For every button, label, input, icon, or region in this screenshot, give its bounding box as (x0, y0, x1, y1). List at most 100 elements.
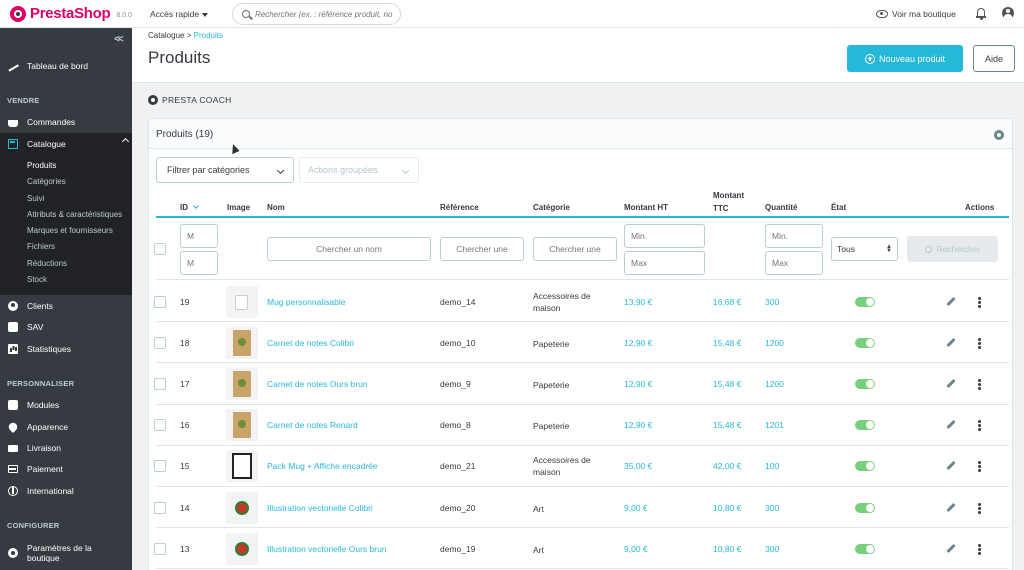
row-checkbox[interactable] (154, 460, 166, 473)
state-toggle[interactable] (855, 420, 875, 431)
product-price-ttc[interactable]: 15,48 € (713, 420, 741, 430)
row-checkbox[interactable] (154, 501, 166, 514)
col-header-id[interactable]: ID (180, 203, 199, 212)
filter-price-min[interactable] (624, 224, 705, 248)
presta-coach-link[interactable]: PRESTA COACH (148, 95, 232, 105)
prestashop-logo[interactable]: PrestaShop 8.0.0 (10, 5, 132, 22)
filter-id-min[interactable] (180, 224, 218, 248)
product-price-ttc[interactable]: 42,00 € (713, 461, 741, 471)
sidebar-item-customers[interactable]: Clients (0, 296, 132, 316)
sidebar-item-shipping[interactable]: Livraison (0, 438, 132, 458)
collapse-sidebar-icon[interactable]: << (114, 34, 124, 45)
select-all-checkbox[interactable] (154, 243, 166, 255)
product-quantity[interactable]: 1201 (765, 420, 784, 430)
sidebar-subitem-categories[interactable]: Catégories (27, 177, 66, 186)
product-name-link[interactable]: Carnet de notes Colibri (267, 338, 354, 348)
sidebar-item-orders[interactable]: Commandes (0, 112, 132, 132)
edit-pencil-icon[interactable] (946, 461, 956, 471)
sidebar-subitem-brands[interactable]: Marques et fournisseurs (27, 226, 113, 235)
product-price-ttc[interactable]: 16,68 € (713, 297, 741, 307)
more-actions-icon[interactable] (978, 420, 981, 424)
product-quantity[interactable]: 300 (765, 503, 779, 513)
row-checkbox[interactable] (154, 419, 166, 432)
product-price-ht[interactable]: 12,90 € (624, 379, 652, 389)
product-price-ttc[interactable]: 15,48 € (713, 379, 741, 389)
account-icon[interactable] (1002, 7, 1014, 19)
col-header-category[interactable]: Catégorie (533, 203, 570, 212)
notifications-bell-icon[interactable] (976, 8, 986, 20)
product-price-ht[interactable]: 12,90 € (624, 338, 652, 348)
row-checkbox[interactable] (154, 378, 166, 390)
filter-state-select[interactable]: Tous ▲ ▼ (831, 237, 898, 261)
product-name-link[interactable]: Mug personnalisable (267, 297, 345, 307)
row-checkbox[interactable] (154, 542, 166, 555)
sidebar-subitem-files[interactable]: Fichiers (27, 242, 55, 251)
row-checkbox[interactable] (154, 336, 166, 349)
product-name-link[interactable]: Pack Mug + Affiche encadrée (267, 461, 378, 471)
state-toggle[interactable] (855, 502, 875, 513)
more-actions-icon[interactable] (978, 461, 981, 465)
more-actions-icon[interactable] (978, 379, 981, 382)
filter-qty-min[interactable] (765, 224, 823, 248)
filter-category-input[interactable] (533, 237, 617, 261)
more-actions-icon[interactable] (978, 296, 981, 300)
filter-reference-input[interactable] (440, 237, 524, 261)
product-quantity[interactable]: 100 (765, 461, 779, 471)
sidebar-item-appearance[interactable]: Apparence (0, 417, 132, 437)
product-price-ht[interactable]: 9,00 € (624, 503, 648, 513)
product-price-ttc[interactable]: 10,80 € (713, 544, 741, 554)
product-price-ht[interactable]: 12,90 € (624, 420, 652, 430)
sidebar-item-international[interactable]: International (0, 481, 132, 501)
breadcrumb-products[interactable]: Produits (194, 31, 223, 40)
sidebar-item-sav[interactable]: SAV (0, 317, 132, 337)
edit-pencil-icon[interactable] (946, 337, 956, 347)
sidebar-item-catalog[interactable]: Catalogue (0, 133, 132, 155)
sidebar-subitem-stock[interactable]: Stock (27, 275, 47, 284)
product-quantity[interactable]: 300 (765, 297, 779, 307)
product-name-link[interactable]: Carnet de notes Renard (267, 420, 358, 430)
help-button[interactable]: Aide (973, 45, 1015, 72)
search-button[interactable]: Rechercher (907, 236, 998, 262)
more-actions-icon[interactable] (978, 502, 981, 506)
product-price-ht[interactable]: 35,00 € (624, 461, 652, 471)
filter-categories-dropdown[interactable]: Filtrer par catégories (156, 157, 294, 183)
col-header-price-ht[interactable]: Montant HT (624, 203, 668, 212)
more-actions-icon[interactable] (978, 543, 981, 547)
edit-pencil-icon[interactable] (946, 420, 956, 430)
sidebar-item-stats[interactable]: Statistiques (0, 339, 132, 359)
settings-gear-icon[interactable] (994, 130, 1004, 140)
sidebar-item-payment[interactable]: Paiement (0, 459, 132, 479)
header-search-input[interactable] (255, 8, 397, 21)
product-quantity[interactable]: 1200 (765, 379, 784, 389)
breadcrumb-catalog[interactable]: Catalogue (148, 31, 184, 40)
product-name-link[interactable]: Carnet de notes Ours brun (267, 379, 368, 389)
product-price-ttc[interactable]: 10,80 € (713, 503, 741, 513)
state-toggle[interactable] (855, 379, 875, 389)
edit-pencil-icon[interactable] (946, 296, 956, 306)
sidebar-item-dashboard[interactable]: Tableau de bord (0, 56, 132, 76)
view-shop-link[interactable]: Voir ma boutique (876, 9, 956, 19)
sidebar-item-shop-parameters[interactable]: Paramètres de la boutique (0, 540, 132, 566)
state-toggle[interactable] (855, 337, 875, 348)
sidebar-subitem-products[interactable]: Produits (27, 161, 56, 170)
product-price-ht[interactable]: 9,00 € (624, 544, 648, 554)
product-price-ht[interactable]: 13,90 € (624, 297, 652, 307)
product-quantity[interactable]: 300 (765, 544, 779, 554)
sidebar-item-modules[interactable]: Modules (0, 395, 132, 415)
product-name-link[interactable]: Illustration vectorielle Colibri (267, 503, 373, 513)
filter-price-max[interactable] (624, 251, 705, 275)
col-header-state[interactable]: État (831, 203, 846, 212)
edit-pencil-icon[interactable] (946, 502, 956, 512)
col-header-name[interactable]: Nom (267, 203, 285, 212)
product-name-link[interactable]: Illustration vectorielle Ours brun (267, 544, 387, 554)
more-actions-icon[interactable] (978, 337, 981, 341)
sidebar-subitem-discounts[interactable]: Réductions (27, 259, 67, 268)
bulk-actions-dropdown[interactable]: Actions groupées (299, 157, 419, 183)
product-quantity[interactable]: 1200 (765, 338, 784, 348)
product-price-ttc[interactable]: 15,48 € (713, 338, 741, 348)
col-header-reference[interactable]: Référence (440, 203, 479, 212)
state-toggle[interactable] (855, 543, 875, 554)
edit-pencil-icon[interactable] (946, 378, 956, 389)
col-header-quantity[interactable]: Quantité (765, 203, 797, 212)
edit-pencil-icon[interactable] (946, 543, 956, 553)
